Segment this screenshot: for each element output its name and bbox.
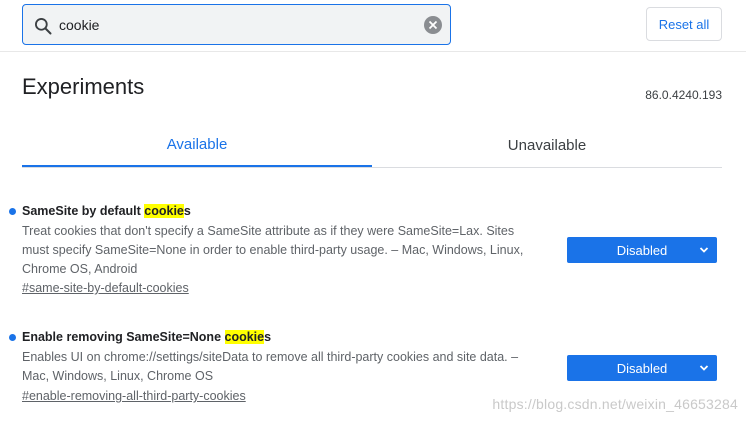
- search-input[interactable]: [59, 5, 419, 44]
- chevron-down-icon: [699, 365, 709, 371]
- flags-page: Reset all Experiments 86.0.4240.193 Avai…: [0, 0, 746, 421]
- experiment-state-select[interactable]: Disabled: [567, 237, 717, 263]
- search-match-highlight: cookie: [224, 330, 265, 344]
- experiment-link[interactable]: #same-site-by-default-cookies: [22, 281, 189, 295]
- experiment-state-label: Disabled: [616, 360, 668, 376]
- experiment-description: Enables UI on chrome://settings/siteData…: [22, 350, 519, 383]
- experiment-status-dot: [9, 208, 16, 215]
- experiment-status-dot: [9, 334, 16, 341]
- version-label: 86.0.4240.193: [645, 88, 722, 102]
- tab-available[interactable]: Available: [22, 124, 372, 167]
- tab-unavailable[interactable]: Unavailable: [372, 124, 722, 167]
- tab-bar: Available Unavailable: [22, 124, 722, 168]
- experiment-description: Treat cookies that don't specify a SameS…: [22, 224, 524, 276]
- experiment-state-select[interactable]: Disabled: [567, 355, 717, 381]
- clear-search-icon[interactable]: [424, 16, 442, 34]
- experiment-title: SameSite by default cookies: [22, 204, 191, 218]
- experiment-title: Enable removing SameSite=None cookies: [22, 330, 272, 344]
- experiment-link[interactable]: #enable-removing-all-third-party-cookies: [22, 389, 246, 403]
- page-title: Experiments: [22, 74, 145, 99]
- chevron-down-icon: [699, 247, 709, 253]
- search-match-highlight: cookie: [144, 204, 184, 218]
- search-box[interactable]: [22, 4, 451, 45]
- experiment-state-label: Disabled: [616, 242, 668, 258]
- search-icon: [35, 18, 52, 35]
- watermark-text: https://blog.csdn.net/weixin_46653284: [492, 396, 738, 412]
- reset-all-button[interactable]: Reset all: [646, 7, 722, 41]
- search-header: Reset all: [0, 0, 746, 52]
